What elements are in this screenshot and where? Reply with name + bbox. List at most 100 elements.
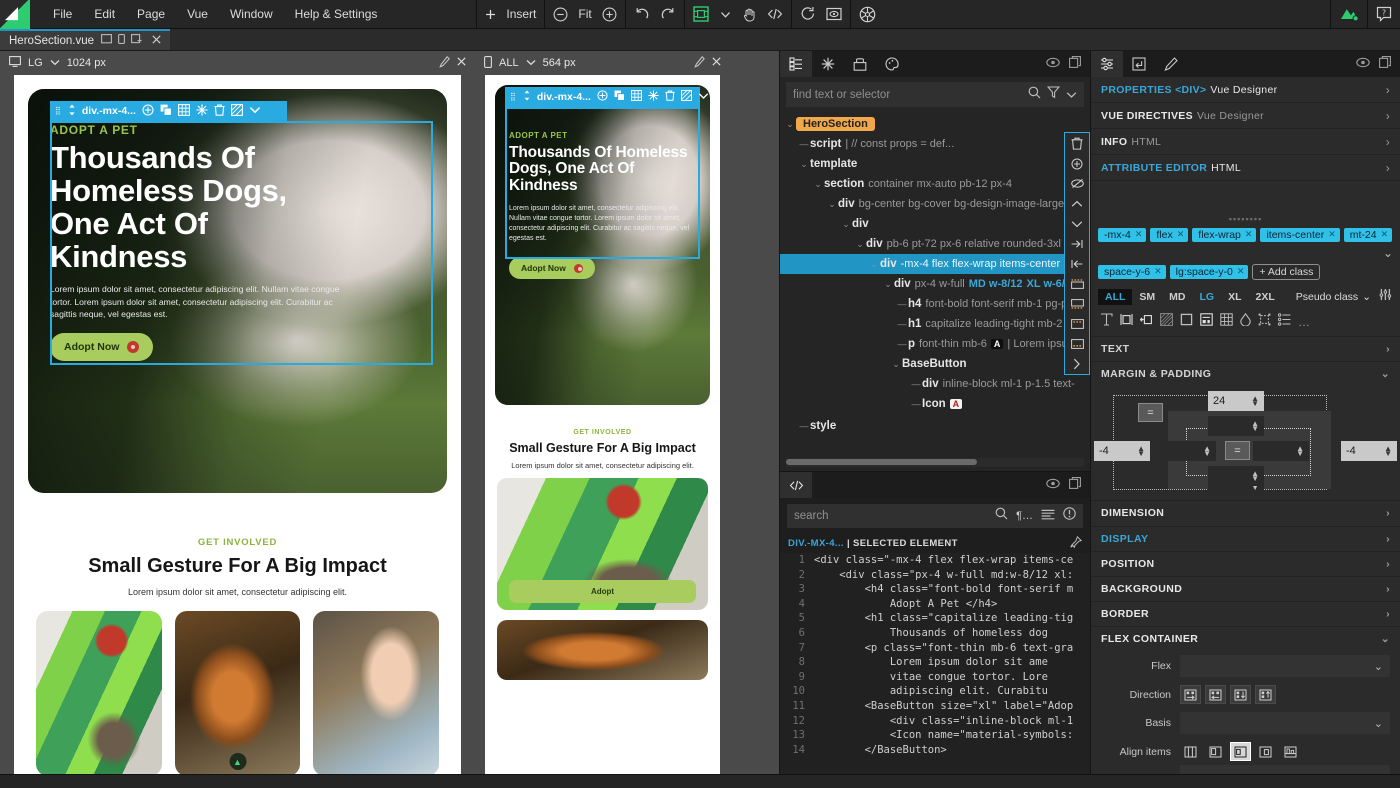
class-chip[interactable]: lg:space-y-0 ✕: [1169, 264, 1249, 279]
section-dimension[interactable]: DIMENSION ›: [1091, 500, 1400, 525]
align-end-button[interactable]: [1255, 742, 1276, 761]
close-tab-icon[interactable]: [152, 34, 161, 47]
card-image-dog-hammock[interactable]: Adopt: [497, 478, 708, 610]
stepper-icon[interactable]: ▲▼: [1137, 445, 1145, 458]
margin-padding-editor[interactable]: 24 ▲▼ -4 ▲▼ -4 ▲▼ ▲▼ ▲▼ ▲▼ ▲▼ ▲▼: [1091, 386, 1400, 501]
accordion-properties[interactable]: PROPERTIES <DIV> Vue Designer ›: [1091, 77, 1400, 103]
effects-icon[interactable]: [1240, 312, 1251, 331]
tree-row[interactable]: — script | // const props = def...: [780, 134, 1090, 154]
section-flex-container[interactable]: FLEX CONTAINER ⌄: [1091, 625, 1400, 651]
insert-before-icon[interactable]: [1070, 277, 1084, 290]
grid-icon[interactable]: [177, 103, 190, 119]
breakpoint-2xl[interactable]: 2XL: [1249, 289, 1282, 305]
tree-search-box[interactable]: [786, 82, 1084, 107]
zoom-out-icon[interactable]: [553, 7, 568, 22]
close-viewport-sm-icon[interactable]: [712, 57, 721, 69]
help-icon[interactable]: ?: [1376, 6, 1392, 22]
code-tool-icon[interactable]: [767, 7, 783, 21]
basis-select[interactable]: ⌄: [1180, 712, 1390, 735]
breakpoint-xl[interactable]: XL: [1221, 289, 1248, 305]
typography-icon[interactable]: [1100, 313, 1113, 331]
border-icon[interactable]: [1180, 313, 1193, 331]
direction-column-button[interactable]: [1230, 685, 1251, 705]
duplicate-icon[interactable]: [160, 104, 172, 119]
chevron-right-icon[interactable]: ›: [1386, 161, 1390, 175]
search-icon[interactable]: [995, 507, 1008, 525]
mask-icon[interactable]: [230, 103, 243, 119]
menu-window[interactable]: Window: [219, 1, 284, 27]
padding-bottom-input[interactable]: ▲ ▼: [1208, 466, 1264, 487]
drag-grip-icon[interactable]: ⣿: [510, 93, 517, 101]
margin-top-input[interactable]: 24 ▲ ▼: [1208, 391, 1264, 412]
tree-row[interactable]: ⌄ div pb-6 pt-72 px-6 relative rounded-3xl…: [780, 234, 1090, 254]
chevron-down-icon[interactable]: ⌄: [1362, 291, 1371, 303]
menu-page[interactable]: Page: [126, 1, 176, 27]
tab-properties[interactable]: [1091, 51, 1123, 77]
filter-icon[interactable]: [1046, 85, 1061, 104]
tree-search-input[interactable]: [793, 88, 1022, 101]
thumbnail-high-five[interactable]: [313, 611, 440, 774]
panel-popout-icon[interactable]: [1069, 55, 1081, 73]
stepper-icon[interactable]: ▲▼: [1296, 445, 1304, 458]
drag-grip-icon[interactable]: ⣿: [55, 107, 62, 115]
tab-styles[interactable]: [876, 51, 908, 77]
chevron-right-icon[interactable]: ›: [1386, 533, 1390, 545]
zoom-in-icon[interactable]: [602, 7, 617, 22]
breakpoint-lg[interactable]: LG: [1193, 289, 1222, 305]
redo-icon[interactable]: [660, 6, 676, 22]
menu-file[interactable]: File: [42, 1, 83, 27]
tab-interactions[interactable]: [1123, 51, 1155, 77]
chevron-down-icon[interactable]: [526, 57, 536, 69]
reload-icon[interactable]: [800, 6, 816, 22]
move-down-icon[interactable]: [1071, 217, 1083, 230]
hero-adopt-button[interactable]: Adopt Now: [50, 333, 154, 362]
insert-after-icon[interactable]: [1070, 297, 1084, 310]
grid-container-icon[interactable]: [1220, 313, 1233, 331]
duplicate-icon[interactable]: [614, 90, 625, 104]
tab-paint[interactable]: [1155, 51, 1187, 77]
tree-row-root[interactable]: ⌄ HeroSection: [780, 114, 1090, 134]
tree-row[interactable]: — style: [780, 416, 1090, 436]
chevron-right-icon[interactable]: ›: [1386, 109, 1390, 123]
preview-eye-icon[interactable]: [826, 7, 842, 21]
pin-icon[interactable]: [1070, 535, 1083, 551]
stepper-icon[interactable]: ▲▼: [1384, 445, 1392, 458]
undo-icon[interactable]: [634, 6, 650, 22]
selection-toolbar[interactable]: ⣿ div.-mx-4...: [50, 101, 287, 121]
selection-toolbar-sm[interactable]: ⣿ div.-mx-4...: [505, 87, 709, 107]
class-chip[interactable]: -mx-4 ✕: [1098, 227, 1147, 242]
tree-row[interactable]: ⌄ div bg-center bg-cover bg-design-image-l…: [780, 194, 1090, 214]
more-options-icon[interactable]: …: [1298, 315, 1310, 329]
search-icon[interactable]: [1028, 86, 1041, 104]
pseudo-class-dropdown[interactable]: Pseudo class ⌄: [1296, 291, 1371, 303]
sparkle-icon[interactable]: [196, 103, 208, 119]
properties-visibility-icon[interactable]: [1356, 55, 1370, 73]
section-margin-padding[interactable]: MARGIN & PADDING ⌄: [1091, 361, 1400, 386]
menu-edit[interactable]: Edit: [83, 1, 126, 27]
code-popout-icon[interactable]: [1069, 476, 1081, 494]
section-text[interactable]: TEXT ›: [1091, 335, 1400, 361]
delete-icon[interactable]: [665, 90, 675, 104]
element-tree[interactable]: ⌄ HeroSection — script | // const props = …: [780, 110, 1090, 456]
hand-tool-icon[interactable]: [742, 7, 757, 22]
tree-row[interactable]: —h1capitalize leading-tight mb-2A: [780, 314, 1090, 334]
chevron-right-icon[interactable]: ›: [1386, 583, 1390, 595]
section-position[interactable]: POSITION ›: [1091, 550, 1400, 576]
tree-row[interactable]: ⌄ div px-4 w-full MD w-8/12 XL w-6/12: [780, 274, 1090, 294]
delete-icon[interactable]: [214, 104, 225, 119]
edit-brush-icon[interactable]: [439, 55, 450, 71]
list-icon[interactable]: [1277, 313, 1291, 331]
chevron-down-icon[interactable]: [719, 8, 732, 21]
background-icon[interactable]: [1160, 313, 1173, 331]
padding-left-input[interactable]: ▲ ▼: [1160, 441, 1216, 462]
direction-column-reverse-button[interactable]: [1255, 685, 1276, 705]
accordion-vue-directives[interactable]: VUE DIRECTIVES Vue Designer ›: [1091, 103, 1400, 129]
chevron-right-icon[interactable]: ›: [1386, 507, 1390, 519]
insert-inside-bottom-icon[interactable]: [1070, 337, 1084, 350]
code-visibility-icon[interactable]: [1046, 476, 1060, 494]
margin-link-toggle[interactable]: =: [1138, 403, 1163, 423]
tree-row-selected[interactable]: ⌄ div -mx-4 flex flex-wrap items-center mt: [780, 254, 1090, 274]
padding-top-input[interactable]: ▲ ▼: [1208, 416, 1264, 437]
stepper-icon[interactable]: ▲▼: [1251, 470, 1259, 483]
direction-row-reverse-button[interactable]: [1205, 685, 1226, 705]
